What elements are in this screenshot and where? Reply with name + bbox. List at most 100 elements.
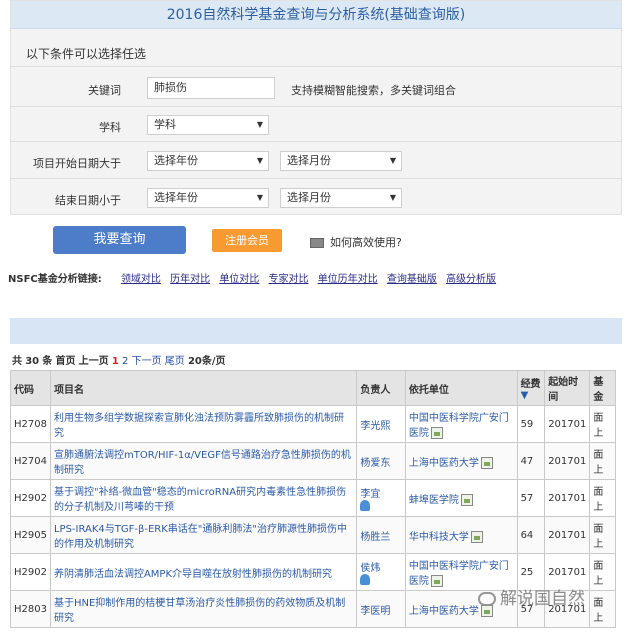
unit-name: 上海中医药大学 xyxy=(408,457,479,469)
cell-code: H2704 xyxy=(10,442,51,480)
cell-project-name[interactable]: 基于调控"补络-微血管"稳态的microRNA研究内毒素性急性肺损伤的分子机制及… xyxy=(49,479,358,517)
nsfc-link-year[interactable]: 历年对比 xyxy=(170,274,210,285)
image-icon[interactable] xyxy=(430,427,443,439)
cell-project-name[interactable]: LPS-IRAK4与TGF-β-ERK串话在"通脉利肺法"治疗肺源性肺损伤中的作… xyxy=(49,516,358,554)
cell-unit[interactable]: 中国中医科学院广安门医院 xyxy=(404,405,518,443)
chevron-down-icon: ▼ xyxy=(389,156,396,165)
start-year-select[interactable]: 选择年份 ▼ xyxy=(147,151,269,171)
keyword-input[interactable]: 肺损伤 xyxy=(147,77,275,99)
nsfc-link-unit[interactable]: 单位对比 xyxy=(219,274,259,285)
cell-person[interactable]: 李医明 xyxy=(356,590,406,628)
cell-start: 201701 xyxy=(544,516,591,554)
search-panel: 2016自然科学基金查询与分析系统(基础查询版) 以下条件可以选择任选 关键词 … xyxy=(10,0,622,215)
image-icon[interactable] xyxy=(430,575,443,587)
last-page[interactable]: 尾页 xyxy=(165,356,185,367)
cell-unit[interactable]: 上海中医药大学 xyxy=(404,442,518,480)
result-header-bar xyxy=(10,318,622,344)
cell-code: H2803 xyxy=(10,590,51,628)
help-link[interactable]: 如何高效使用? xyxy=(310,234,402,250)
cell-type: 面上 xyxy=(589,590,616,628)
nsfc-link-field[interactable]: 领域对比 xyxy=(121,274,161,285)
col-person: 负责人 xyxy=(356,370,406,406)
page-2[interactable]: 2 xyxy=(122,356,128,367)
cell-code: H2708 xyxy=(10,405,51,443)
unit-name: 上海中医药大学 xyxy=(408,605,479,617)
cell-person[interactable]: 李宜 xyxy=(356,479,406,517)
nsfc-link-basic[interactable]: 查询基础版 xyxy=(387,274,437,285)
table-row: H2905 LPS-IRAK4与TGF-β-ERK串话在"通脉利肺法"治疗肺源性… xyxy=(10,516,616,554)
prev-page[interactable]: 上一页 xyxy=(79,356,109,367)
unit-name: 中国中医科学院广安门医院 xyxy=(408,413,509,439)
cell-person[interactable]: 侯炜 xyxy=(356,553,406,591)
chevron-down-icon: ▼ xyxy=(256,193,263,202)
pagination: 共 30 条 首页 上一页 1 2 下一页 尾页 20条/页 xyxy=(12,352,226,367)
sort-down-icon[interactable]: ▼ xyxy=(521,390,529,401)
image-icon[interactable] xyxy=(480,456,493,469)
end-year-value: 选择年份 xyxy=(154,191,198,204)
user-icon xyxy=(360,573,371,585)
page-1[interactable]: 1 xyxy=(112,356,119,367)
end-date-label: 结束日期小于 xyxy=(55,194,121,207)
start-month-value: 选择月份 xyxy=(287,154,331,167)
total-count: 30 xyxy=(25,356,40,367)
truck-icon xyxy=(310,238,324,248)
start-year-value: 选择年份 xyxy=(154,154,198,167)
nsfc-label: NSFC基金分析链接: xyxy=(8,274,102,285)
start-date-label: 项目开始日期大于 xyxy=(33,157,121,170)
nsfc-link-advanced[interactable]: 高级分析版 xyxy=(446,274,496,285)
subject-label: 学科 xyxy=(99,121,121,134)
first-page[interactable]: 首页 xyxy=(55,356,75,367)
chevron-down-icon: ▼ xyxy=(256,120,263,129)
wechat-icon xyxy=(478,592,496,606)
start-month-select[interactable]: 选择月份 ▼ xyxy=(280,151,402,171)
person-name: 李宜 xyxy=(360,488,381,500)
subject-select-value: 学科 xyxy=(154,118,176,131)
cell-unit[interactable]: 华中科技大学 xyxy=(404,516,518,554)
cell-person[interactable]: 杨胜兰 xyxy=(356,516,406,554)
cell-fund: 47 xyxy=(516,442,546,480)
subject-select[interactable]: 学科 ▼ xyxy=(147,115,269,135)
cell-person[interactable]: 杨爱东 xyxy=(356,442,406,480)
cell-project-name[interactable]: 基于HNE抑制作用的桔梗甘草汤治疗炎性肺损伤的药效物质及机制研究 xyxy=(49,590,358,628)
nsfc-link-bar: NSFC基金分析链接: 领域对比 历年对比 单位对比 专家对比 单位历年对比 查… xyxy=(8,270,502,285)
cell-fund: 59 xyxy=(516,405,546,443)
next-page[interactable]: 下一页 xyxy=(132,356,162,367)
cell-type: 面上 xyxy=(589,405,616,443)
end-year-select[interactable]: 选择年份 ▼ xyxy=(147,188,269,208)
nsfc-link-expert[interactable]: 专家对比 xyxy=(269,274,309,285)
end-month-select[interactable]: 选择月份 ▼ xyxy=(280,188,402,208)
chevron-down-icon: ▼ xyxy=(256,156,263,165)
cell-type: 面上 xyxy=(589,442,616,480)
cell-start: 201701 xyxy=(544,479,591,517)
register-member-button[interactable]: 注册会员 xyxy=(212,229,282,252)
cell-person[interactable]: 李光熙 xyxy=(356,405,406,443)
query-button[interactable]: 我要查询 xyxy=(53,226,186,254)
cell-fund: 57 xyxy=(516,479,546,517)
cell-type: 面上 xyxy=(589,516,616,554)
cell-unit[interactable]: 蚌埠医学院 xyxy=(404,479,518,517)
cell-type: 面上 xyxy=(589,479,616,517)
watermark: 解说国自然 xyxy=(478,584,585,609)
cell-code: H2905 xyxy=(10,516,51,554)
col-unit: 依托单位 xyxy=(404,370,518,406)
cell-project-name[interactable]: 利用生物多组学数据探索宣肺化浊法预防雾霾所致肺损伤的机制研究 xyxy=(49,405,358,443)
total-prefix: 共 xyxy=(12,356,22,367)
divider xyxy=(11,66,621,67)
table-header-row: 代码 项目名 负责人 依托单位 经费 ▼ 起始时间 基金 xyxy=(10,370,616,406)
total-suffix: 条 xyxy=(42,356,53,367)
col-fund-label: 经费 xyxy=(520,379,541,390)
cell-start: 201701 xyxy=(544,405,591,443)
keyword-support-text: 支持模糊智能搜索，多关键词组合 xyxy=(291,84,456,97)
nsfc-link-unit-year[interactable]: 单位历年对比 xyxy=(318,274,378,285)
table-row: H2902 基于调控"补络-微血管"稳态的microRNA研究内毒素性急性肺损伤… xyxy=(10,479,616,517)
table-row: H2704 宣肺通腑法调控mTOR/HIF-1α/VEGF信号通路治疗急性肺损伤… xyxy=(10,442,616,480)
cell-fund: 64 xyxy=(516,516,546,554)
col-type: 基金 xyxy=(589,370,616,406)
col-fund[interactable]: 经费 ▼ xyxy=(516,370,546,406)
image-icon[interactable] xyxy=(460,493,473,506)
image-icon[interactable] xyxy=(470,530,483,543)
cell-project-name[interactable]: 养阴清肺活血法调控AMPK介导自噬在放射性肺损伤的机制研究 xyxy=(49,553,358,591)
cell-start: 201701 xyxy=(544,442,591,480)
cell-project-name[interactable]: 宣肺通腑法调控mTOR/HIF-1α/VEGF信号通路治疗急性肺损伤的机制研究 xyxy=(49,442,358,480)
cell-type: 面上 xyxy=(589,553,616,591)
